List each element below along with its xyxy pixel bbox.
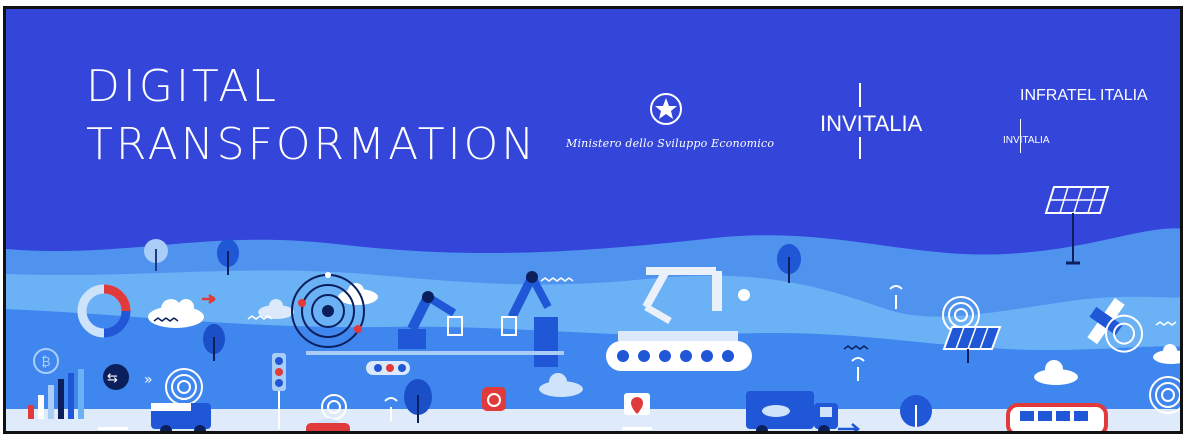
infratel-logo: INFRATEL ITALIA <box>1020 87 1148 104</box>
title-line-2: TRANSFORMATION <box>86 119 538 170</box>
conveyor-line <box>306 351 564 355</box>
chevron-right-icon: » <box>144 372 153 388</box>
logo-divider <box>859 137 861 159</box>
road-dash <box>98 433 128 434</box>
banner-frame: ₿ ⇆ » DIGITAL TRANSFORMATION Ministero d… <box>3 6 1183 434</box>
conveyor-belt-icon <box>366 361 410 375</box>
sync-icon: ⇆ <box>103 364 129 390</box>
power-button-icon <box>482 387 506 411</box>
svg-text:⇆: ⇆ <box>107 371 118 386</box>
tree-icon <box>900 395 932 427</box>
road-dash <box>622 433 652 434</box>
ministry-logo-text: Ministero dello Sviluppo Economico <box>566 137 775 150</box>
logo-divider <box>859 83 861 107</box>
svg-text:₿: ₿ <box>41 355 51 370</box>
bus-icon <box>1006 403 1108 431</box>
digital-transformation-banner: ₿ ⇆ » DIGITAL TRANSFORMATION Ministero d… <box>0 0 1188 437</box>
road-dash <box>622 427 652 430</box>
gear-icon <box>730 281 758 309</box>
infratel-subtitle: INVITALIA <box>1003 135 1050 146</box>
title-line-1: DIGITAL <box>86 61 280 112</box>
map-pin-icon <box>624 393 650 415</box>
road-dash <box>98 427 128 430</box>
invitalia-logo: INVITALIA <box>820 111 923 136</box>
emblem-icon <box>650 93 682 125</box>
conveyor-belt-icon <box>606 331 752 371</box>
